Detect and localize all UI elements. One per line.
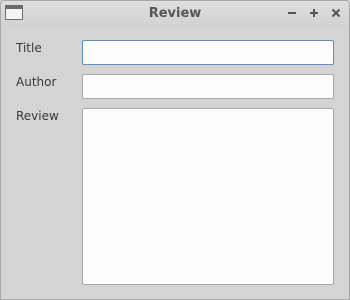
maximize-button[interactable] xyxy=(307,5,321,21)
close-icon xyxy=(331,8,341,18)
review-textarea[interactable] xyxy=(82,108,334,285)
title-bar[interactable]: Review xyxy=(1,1,349,27)
author-input[interactable] xyxy=(82,74,334,99)
author-label: Author xyxy=(16,75,57,89)
title-label: Title xyxy=(16,41,42,55)
minimize-button[interactable] xyxy=(285,5,299,21)
close-button[interactable] xyxy=(329,5,343,21)
title-input[interactable] xyxy=(82,40,334,65)
review-label: Review xyxy=(16,109,59,123)
minimize-icon xyxy=(288,12,296,14)
maximize-icon xyxy=(310,9,318,17)
review-window: Review Title Author Review xyxy=(0,0,350,300)
